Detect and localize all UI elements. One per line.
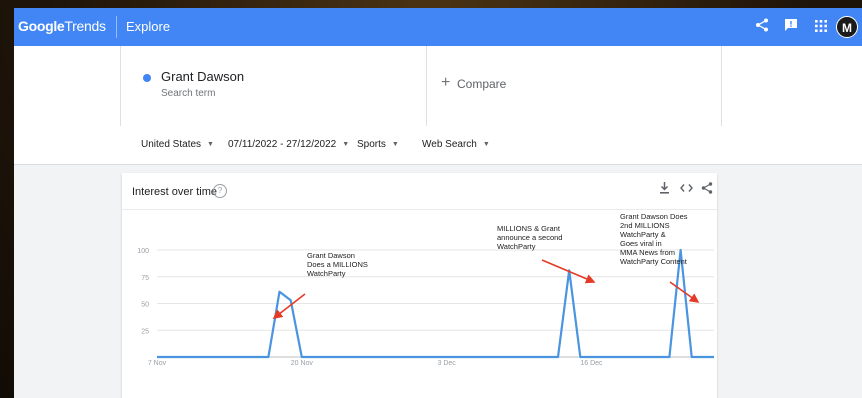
annotation-text: Grant Dawson Does a MILLIONS WatchParty (307, 251, 368, 278)
topbar-divider (116, 16, 117, 38)
search-term-type: Search term (161, 88, 216, 99)
embed-icon[interactable] (680, 182, 693, 197)
caret-down-icon: ▼ (482, 141, 490, 148)
x-tick-label: 3 Dec (437, 360, 456, 367)
series-color-dot (143, 74, 151, 82)
annotation-text: MILLIONS & Grant announce a second WatchPa… (497, 224, 562, 251)
y-tick-label: 75 (141, 275, 149, 282)
search-term-card[interactable]: Grant Dawson Search term (120, 46, 427, 126)
compare-label: Compare (457, 77, 507, 91)
interest-over-time-card: Interest over time ? 25 50 75 100 7 Nov 20 No… (122, 173, 717, 398)
x-tick-label: 16 Dec (580, 360, 603, 367)
region-dropdown[interactable]: United States ▼ (141, 139, 214, 150)
y-tick-label: 100 (137, 248, 149, 255)
caret-down-icon: ▼ (391, 141, 399, 148)
page-title: Explore (126, 19, 171, 34)
feedback-icon[interactable] (781, 17, 801, 37)
filter-bar: United States ▼ 07/11/2022 - 27/12/2022 ▼ … (14, 126, 862, 165)
search-type-dropdown[interactable]: Web Search ▼ (422, 139, 490, 150)
download-icon[interactable] (659, 182, 670, 197)
category-dropdown[interactable]: Sports ▼ (357, 139, 399, 150)
y-tick-label: 50 (141, 302, 149, 309)
compare-button[interactable]: + Compare (426, 46, 722, 126)
search-term-name: Grant Dawson (161, 69, 245, 84)
card-title: Interest over time (132, 186, 217, 198)
google-trends-logo[interactable]: GoogleTrends (18, 18, 106, 34)
share-icon[interactable] (701, 182, 713, 197)
top-app-bar: GoogleTrends Explore M (14, 8, 862, 46)
caret-down-icon: ▼ (342, 141, 350, 148)
annotation-text: Grant Dawson Does 2nd MILLIONS WatchParty … (620, 212, 688, 266)
y-tick-label: 25 (141, 328, 149, 335)
x-tick-label: 20 Nov (291, 360, 314, 367)
caret-down-icon: ▼ (207, 141, 214, 148)
interest-line-chart: 25 50 75 100 7 Nov 20 Nov 3 Dec 16 Dec Grant Daw… (137, 212, 714, 367)
date-range-dropdown[interactable]: 07/11/2022 - 27/12/2022 ▼ (228, 139, 349, 150)
x-tick-label: 7 Nov (148, 360, 167, 367)
account-avatar[interactable]: M (836, 16, 858, 38)
search-terms-bar: Grant Dawson Search term + Compare (14, 46, 862, 127)
apps-grid-icon[interactable] (811, 17, 831, 37)
share-icon[interactable] (752, 17, 772, 37)
help-icon[interactable]: ? (213, 184, 227, 198)
google-trends-window: GoogleTrends Explore M Grant Dawson Sear… (14, 8, 862, 398)
plus-icon: + (441, 74, 451, 91)
